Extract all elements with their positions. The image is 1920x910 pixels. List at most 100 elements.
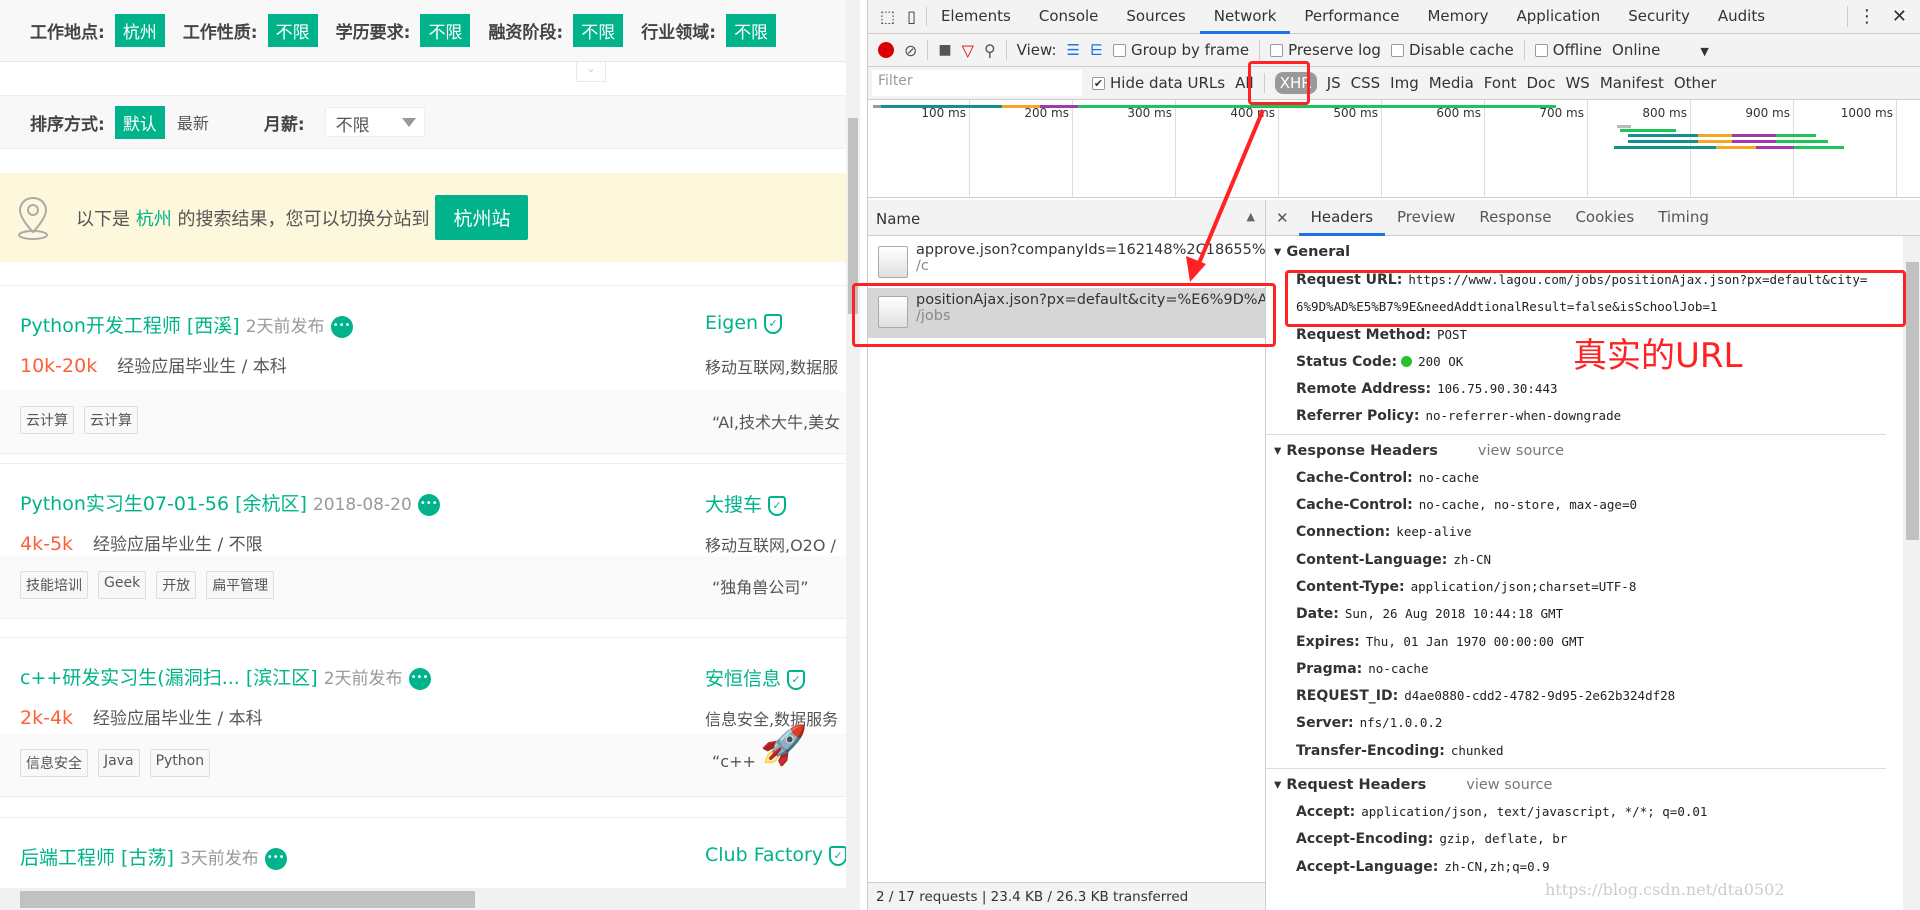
timeline-bar bbox=[1794, 146, 1844, 149]
company-industry: 移动互联网,O2O / bbox=[705, 536, 836, 555]
chat-icon[interactable]: ••• bbox=[408, 667, 431, 690]
header-key: Server: bbox=[1296, 715, 1354, 732]
job-salary: 2k-4k bbox=[20, 707, 74, 729]
job-tag: 云计算 bbox=[20, 406, 74, 434]
timeline-bar bbox=[1002, 105, 1040, 108]
devtools-tab-sources[interactable]: Sources bbox=[1112, 0, 1199, 34]
search-icon[interactable]: ⚲ bbox=[984, 41, 996, 60]
job-card[interactable]: 后端工程师 [古荡] 3天前发布 ••• Club Factory ✓ bbox=[0, 817, 846, 888]
timeline-overview[interactable]: 100 ms 200 ms 300 ms 400 ms 500 ms 600 ms 700 … bbox=[868, 100, 1920, 198]
throttling-select[interactable]: Online ▼ bbox=[1612, 41, 1709, 59]
name-column-header[interactable]: Name ▲ bbox=[868, 200, 1265, 236]
detail-scroll-thumb[interactable] bbox=[1906, 262, 1919, 540]
preserve-log-checkbox[interactable]: Preserve log bbox=[1270, 41, 1381, 59]
devtools-tab-network[interactable]: Network bbox=[1199, 0, 1291, 34]
type-filter-other[interactable]: Other bbox=[1674, 74, 1717, 92]
devtools-tab-application[interactable]: Application bbox=[1502, 0, 1614, 34]
offline-checkbox[interactable]: Offline bbox=[1534, 41, 1602, 59]
header-value: Sun, 26 Aug 2018 10:44:18 GMT bbox=[1344, 606, 1564, 622]
device-toolbar-icon[interactable]: ▯ bbox=[903, 7, 927, 26]
company-name[interactable]: 大搜车 bbox=[705, 494, 762, 516]
header-key: REQUEST_ID: bbox=[1296, 688, 1399, 705]
expand-chevron-icon[interactable]: ⌄ bbox=[576, 62, 606, 82]
job-card[interactable]: c++研发实习生(漏洞扫... [滨江区] 2天前发布 ••• 2k-4k 经验应届毕… bbox=[0, 637, 846, 797]
devtools-tab-security[interactable]: Security bbox=[1614, 0, 1704, 34]
header-row: Server: nfs/1.0.0.2 bbox=[1266, 709, 1886, 736]
company-name[interactable]: 安恒信息 bbox=[705, 668, 781, 690]
banner-city[interactable]: 杭州 bbox=[136, 209, 172, 230]
type-filter-media[interactable]: Media bbox=[1429, 74, 1474, 92]
company-name[interactable]: Club Factory bbox=[705, 844, 823, 866]
type-filter-doc[interactable]: Doc bbox=[1526, 74, 1555, 92]
disable-cache-checkbox[interactable]: Disable cache bbox=[1390, 41, 1514, 59]
header-row: Transfer-Encoding: chunked bbox=[1266, 737, 1886, 764]
header-value: POST bbox=[1436, 326, 1468, 342]
clear-icon[interactable]: ⊘ bbox=[904, 41, 917, 60]
section-general[interactable]: ▾ General bbox=[1266, 236, 1886, 266]
detail-tab-preview[interactable]: Preview bbox=[1385, 200, 1467, 236]
job-title-text[interactable]: 后端工程师 [古荡] bbox=[20, 847, 174, 869]
devtools-tab-performance[interactable]: Performance bbox=[1290, 0, 1413, 34]
header-value: d4ae0880-cdd2-4782-9d95-2e62b324df28 bbox=[1404, 688, 1676, 704]
devtools-tab-elements[interactable]: Elements bbox=[927, 0, 1025, 34]
sort-default[interactable]: 默认 bbox=[114, 105, 165, 139]
filter-value[interactable]: 不限 bbox=[726, 14, 777, 47]
job-title-text[interactable]: Python开发工程师 [西溪] bbox=[20, 315, 240, 337]
section-response_headers[interactable]: ▾ Response Headers view source bbox=[1266, 433, 1886, 464]
close-devtools-icon[interactable]: ✕ bbox=[1886, 6, 1920, 27]
type-filter-ws[interactable]: WS bbox=[1565, 74, 1589, 92]
detail-tab-timing[interactable]: Timing bbox=[1646, 200, 1721, 236]
large-rows-icon[interactable]: ☰ bbox=[1067, 41, 1080, 59]
chat-icon[interactable]: ••• bbox=[264, 847, 287, 870]
group-by-frame-checkbox[interactable]: Group by frame bbox=[1113, 41, 1249, 59]
hide-data-urls-checkbox[interactable]: ✔ Hide data URLs bbox=[1092, 74, 1225, 92]
devtools-tab-memory[interactable]: Memory bbox=[1413, 0, 1502, 34]
type-filter-js[interactable]: JS bbox=[1327, 74, 1341, 92]
filter-value[interactable]: 不限 bbox=[420, 14, 471, 47]
filter-value[interactable]: 不限 bbox=[573, 14, 624, 47]
switch-city-button[interactable]: 杭州站 bbox=[435, 195, 529, 240]
job-title-text[interactable]: Python实习生07-01-56 [余杭区] bbox=[20, 493, 307, 515]
banner-suffix: 的搜索结果，您可以切换分站到 bbox=[177, 208, 430, 230]
job-title-text[interactable]: c++研发实习生(漏洞扫... [滨江区] bbox=[20, 667, 318, 689]
detail-tab-response[interactable]: Response bbox=[1467, 200, 1563, 236]
filter-input[interactable]: Filter bbox=[872, 70, 1082, 96]
page-hscroll-thumb[interactable] bbox=[20, 891, 475, 908]
filter-label: 工作地点: bbox=[30, 23, 105, 43]
job-title[interactable]: Python开发工程师 [西溪] 2天前发布 ••• bbox=[20, 311, 353, 338]
job-card[interactable]: Python实习生07-01-56 [余杭区] 2018-08-20 ••• 4k-… bbox=[0, 463, 846, 619]
section-request_headers[interactable]: ▾ Request Headers view source bbox=[1266, 768, 1886, 798]
sort-newest[interactable]: 最新 bbox=[177, 110, 209, 134]
company-name[interactable]: Eigen bbox=[705, 312, 758, 334]
job-title[interactable]: 后端工程师 [古荡] 3天前发布 ••• bbox=[20, 843, 287, 870]
record-icon[interactable] bbox=[878, 42, 894, 58]
more-menu-icon[interactable]: ⋮ bbox=[1846, 6, 1886, 27]
chat-icon[interactable]: ••• bbox=[417, 493, 440, 516]
waterfall-icon[interactable]: ⋿ bbox=[1090, 41, 1103, 59]
view-source-link[interactable]: view source bbox=[1478, 443, 1564, 459]
timeline-tick: 300 ms bbox=[1127, 100, 1176, 198]
devtools-tab-console[interactable]: Console bbox=[1025, 0, 1113, 34]
type-filter-img[interactable]: Img bbox=[1390, 74, 1419, 92]
type-filter-manifest[interactable]: Manifest bbox=[1600, 74, 1664, 92]
filter-value[interactable]: 不限 bbox=[267, 14, 318, 47]
devtools-tab-audits[interactable]: Audits bbox=[1704, 0, 1779, 34]
job-card[interactable]: Python开发工程师 [西溪] 2天前发布 ••• 10k-20k 经验应届毕业生 … bbox=[0, 285, 846, 454]
type-filter-font[interactable]: Font bbox=[1484, 74, 1517, 92]
back-to-top-rocket-icon[interactable]: 🚀 bbox=[760, 723, 807, 768]
detail-tab-cookies[interactable]: Cookies bbox=[1563, 200, 1646, 236]
job-date: 2天前发布 bbox=[323, 669, 403, 689]
detail-tab-headers[interactable]: Headers bbox=[1298, 200, 1386, 236]
request-row[interactable]: approve.json?companyIds=162148%2C18655%2… bbox=[868, 238, 1265, 288]
close-detail-icon[interactable]: ✕ bbox=[1266, 209, 1299, 227]
inspect-element-icon[interactable]: ⬚ bbox=[868, 7, 903, 26]
filter-value[interactable]: 杭州 bbox=[114, 14, 165, 47]
chat-icon[interactable]: ••• bbox=[330, 315, 353, 338]
filter-funnel-icon[interactable]: ▽ bbox=[962, 41, 974, 60]
job-title[interactable]: Python实习生07-01-56 [余杭区] 2018-08-20 ••• bbox=[20, 489, 440, 516]
salary-select[interactable]: 不限 bbox=[324, 107, 425, 137]
type-filter-css[interactable]: CSS bbox=[1351, 74, 1381, 92]
screenshot-camera-icon[interactable]: ■ bbox=[938, 42, 951, 58]
view-source-link[interactable]: view source bbox=[1466, 777, 1552, 793]
job-title[interactable]: c++研发实习生(漏洞扫... [滨江区] 2天前发布 ••• bbox=[20, 663, 431, 690]
